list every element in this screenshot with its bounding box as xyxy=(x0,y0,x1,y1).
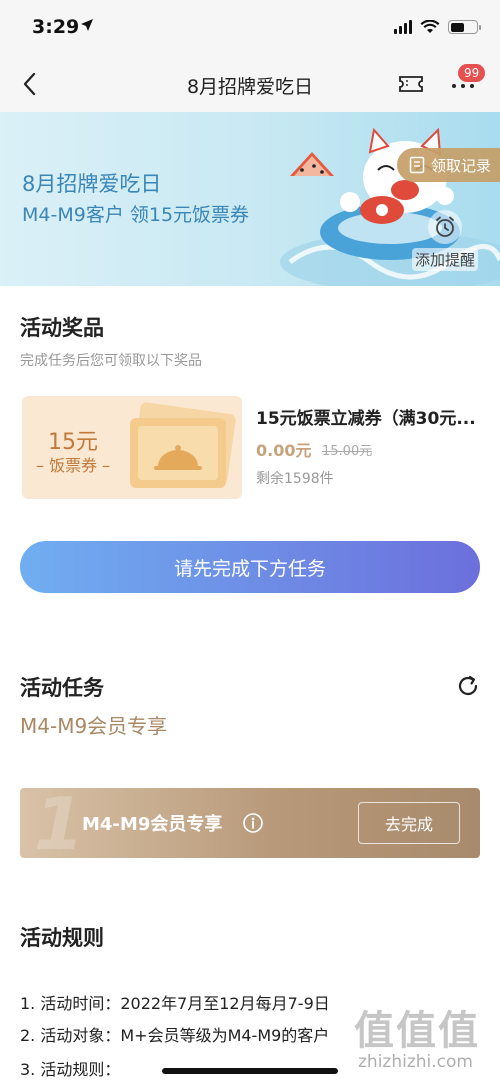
coupon-label: – 饭票券 – xyxy=(36,456,111,475)
claim-record-button[interactable]: 领取记录 xyxy=(397,148,500,182)
go-complete-button[interactable]: 去完成 xyxy=(358,802,460,844)
nav-bar: 8月招牌爱吃日 xyxy=(0,58,500,112)
banner-title: 8月招牌爱吃日 xyxy=(22,172,162,196)
document-icon xyxy=(409,156,425,174)
alarm-clock-icon xyxy=(428,210,462,244)
notification-badge: 99 xyxy=(458,64,486,82)
task-group-label: M4-M9会员专享 xyxy=(20,714,168,738)
tasks-section: 活动任务 M4-M9会员专享 1 M4-M9会员专享 去完成 xyxy=(0,646,500,898)
page-title: 8月招牌爱吃日 xyxy=(186,76,314,98)
prize-name: 15元饭票立减券（满30元... xyxy=(256,409,476,429)
location-arrow-icon xyxy=(81,19,93,31)
battery-icon xyxy=(448,20,481,34)
task-item: 1 M4-M9会员专享 去完成 xyxy=(20,788,480,858)
add-reminder-button[interactable]: 添加提醒 xyxy=(405,210,485,271)
watermark-site: zhizhizhi.com xyxy=(358,1052,473,1072)
info-icon[interactable] xyxy=(242,812,264,834)
status-bar: 3:29 xyxy=(0,0,500,58)
rule-line: 1. 活动时间：2022年7月至12月每月7-9日 xyxy=(20,994,330,1013)
ticket-icon[interactable] xyxy=(398,73,424,95)
rule-line: 2. 活动对象：M+会员等级为M4-M9的客户 xyxy=(20,1026,330,1045)
wifi-icon xyxy=(420,20,440,33)
prize-price: 0.00元 xyxy=(256,441,312,460)
prizes-title: 活动奖品 xyxy=(20,316,104,340)
prizes-subtitle: 完成任务后您可领取以下奖品 xyxy=(20,353,202,369)
rule-line: 3. 活动规则： xyxy=(20,1060,121,1079)
task-name: M4-M9会员专享 xyxy=(82,814,223,835)
banner-subtitle: M4-M9客户 领15元饭票券 xyxy=(22,204,250,226)
tasks-title: 活动任务 xyxy=(20,676,104,700)
watermark-logo: 值值值 xyxy=(354,1008,480,1054)
meal-ticket-icon xyxy=(130,402,236,488)
home-indicator xyxy=(162,1068,338,1074)
watermark: 值值值 zhizhizhi.com xyxy=(350,998,500,1082)
add-reminder-label: 添加提醒 xyxy=(411,248,478,271)
task-number: 1 xyxy=(34,788,85,858)
prize-original-price: 15.00元 xyxy=(322,444,373,459)
refresh-icon[interactable] xyxy=(456,674,480,698)
rules-title: 活动规则 xyxy=(20,926,104,950)
prize-stock: 剩余1598件 xyxy=(256,471,334,487)
cellular-signal-icon xyxy=(394,20,412,34)
coupon-image: 15元 – 饭票券 – xyxy=(22,396,242,499)
claim-record-label: 领取记录 xyxy=(431,156,492,175)
prizes-section: 活动奖品 完成任务后您可领取以下奖品 15元 – 饭票券 – 15元饭票立减券（… xyxy=(0,286,500,646)
complete-tasks-button[interactable]: 请先完成下方任务 xyxy=(20,541,480,593)
status-time: 3:29 xyxy=(32,16,80,38)
